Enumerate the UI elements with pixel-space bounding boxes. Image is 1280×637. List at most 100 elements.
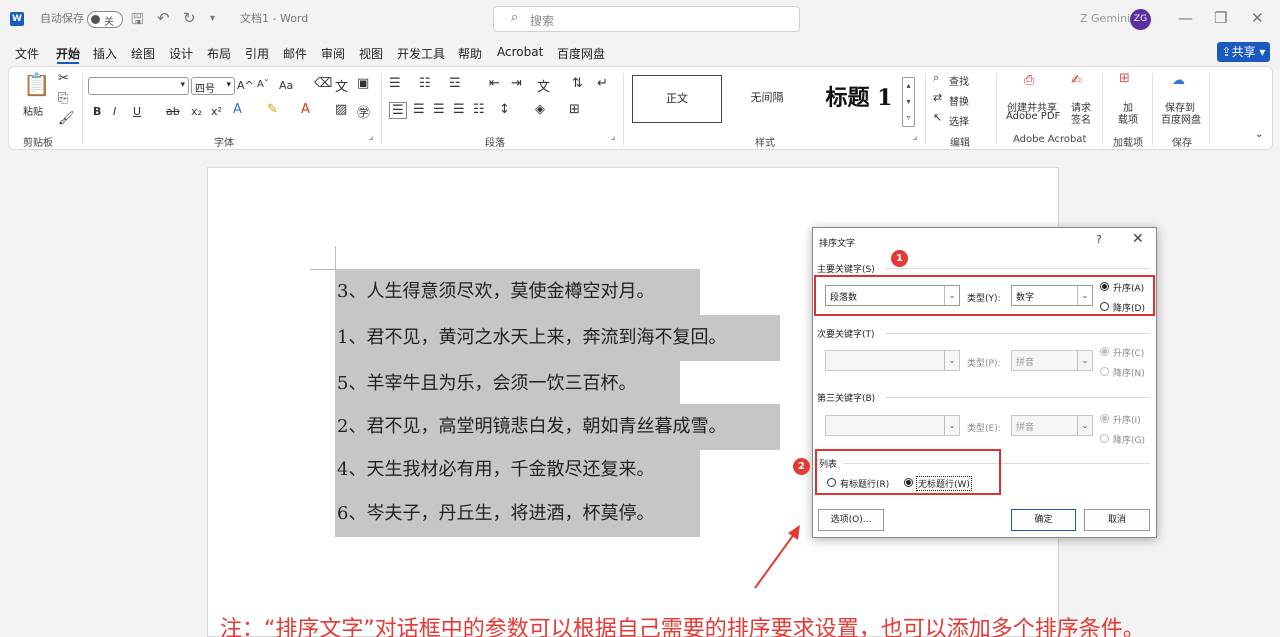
align-right-icon[interactable]: ☰: [433, 102, 445, 117]
menu-design[interactable]: 设计: [169, 45, 193, 62]
underline-button[interactable]: U: [133, 105, 141, 118]
third-type-select[interactable]: 拼音 ⌄: [1011, 415, 1093, 436]
menu-baidu[interactable]: 百度网盘: [557, 45, 605, 62]
distribute-icon[interactable]: ☷: [473, 102, 485, 117]
show-marks-icon[interactable]: ↵: [597, 76, 608, 91]
text-effects-icon[interactable]: A: [233, 102, 242, 117]
bold-button[interactable]: B: [93, 105, 101, 118]
strikethrough-button[interactable]: ab: [166, 105, 180, 118]
asc-label-secondary[interactable]: 升序(C): [1113, 346, 1144, 359]
cut-icon[interactable]: ✂: [58, 71, 69, 86]
find-button[interactable]: 查找: [949, 73, 969, 88]
menu-acrobat[interactable]: Acrobat: [497, 45, 543, 59]
save-baidu-label-2[interactable]: 百度网盘: [1161, 111, 1201, 126]
font-color-icon[interactable]: A: [301, 102, 310, 117]
enclose-char-icon[interactable]: ㊫: [357, 102, 370, 121]
desc-radio-third[interactable]: [1100, 434, 1109, 443]
asc-label-third[interactable]: 升序(I): [1113, 413, 1141, 426]
bullets-icon[interactable]: ☰: [389, 76, 401, 91]
doc-paragraph[interactable]: 1、君不见，黄河之水天上来，奔流到海不复回。: [335, 315, 780, 361]
dialog-launcher-icon[interactable]: ⌟: [913, 132, 917, 142]
doc-paragraph[interactable]: 5、羊宰牛且为乐，会须一饮三百杯。: [335, 361, 680, 407]
menu-mailings[interactable]: 邮件: [283, 45, 307, 62]
style-heading1[interactable]: 标题 1: [811, 75, 907, 123]
select-button[interactable]: 选择: [949, 113, 969, 128]
search-box[interactable]: ⌕ 搜索: [493, 6, 800, 32]
multilevel-list-icon[interactable]: ☲: [449, 76, 461, 91]
doc-paragraph[interactable]: 4、天生我材必有用，千金散尽还复来。: [335, 447, 700, 493]
shading-icon[interactable]: ◈: [535, 102, 545, 117]
highlight-icon[interactable]: ✎: [267, 102, 278, 117]
doc-paragraph[interactable]: 3、人生得意须尽欢，莫使金樽空对月。: [335, 269, 700, 315]
menu-references[interactable]: 引用: [245, 45, 269, 62]
font-size-combo[interactable]: 四号 ▾: [191, 77, 235, 95]
decrease-indent-icon[interactable]: ⇤: [489, 76, 500, 91]
customize-qat-icon[interactable]: ▾: [210, 13, 215, 24]
desc-radio-secondary[interactable]: [1100, 367, 1109, 376]
menu-review[interactable]: 审阅: [321, 45, 345, 62]
asc-radio-third[interactable]: [1100, 414, 1109, 423]
asc-radio-secondary[interactable]: [1100, 347, 1109, 356]
doc-paragraph[interactable]: 2、君不见，高堂明镜悲白发，朝如青丝暮成雪。: [335, 404, 780, 450]
subscript-button[interactable]: x₂: [191, 105, 202, 118]
menu-file[interactable]: 文件: [15, 45, 39, 62]
doc-paragraph[interactable]: 6、岑夫子，丹丘生，将进酒，杯莫停。: [335, 491, 700, 537]
style-normal[interactable]: 正文: [632, 75, 722, 123]
avatar[interactable]: ZG: [1130, 9, 1151, 30]
numbering-icon[interactable]: ☷: [419, 76, 431, 91]
menu-help[interactable]: 帮助: [458, 45, 482, 62]
addins-label-2[interactable]: 载项: [1118, 111, 1138, 126]
style-no-spacing[interactable]: 无间隔: [727, 75, 807, 123]
shrink-font-button[interactable]: Aˇ: [257, 79, 269, 90]
phonetic-guide-icon[interactable]: 文: [335, 76, 348, 95]
replace-button[interactable]: 替换: [949, 93, 969, 108]
paste-icon[interactable]: 📋: [23, 73, 50, 98]
third-key-select[interactable]: ⌄: [825, 415, 960, 436]
minimize-icon[interactable]: —: [1178, 9, 1193, 27]
char-shading-icon[interactable]: ▨: [335, 102, 347, 117]
redo-icon[interactable]: ↻: [183, 9, 196, 27]
line-spacing-icon[interactable]: ↕: [499, 102, 510, 117]
superscript-button[interactable]: x²: [211, 105, 222, 118]
dialog-launcher-icon[interactable]: ⌟: [611, 132, 615, 142]
char-border-icon[interactable]: ▣: [357, 76, 369, 91]
asian-layout-icon[interactable]: 文: [537, 76, 550, 95]
menu-view[interactable]: 视图: [359, 45, 383, 62]
align-center-icon[interactable]: ☰: [413, 102, 425, 117]
font-name-combo[interactable]: ▾: [88, 77, 189, 95]
paste-label[interactable]: 粘贴: [23, 103, 43, 118]
format-painter-icon[interactable]: 🖌: [58, 111, 75, 126]
cancel-button[interactable]: 取消: [1084, 509, 1150, 531]
undo-icon[interactable]: ↶: [157, 9, 170, 27]
increase-indent-icon[interactable]: ⇥: [511, 76, 522, 91]
align-left-icon[interactable]: ☰: [389, 102, 407, 119]
menu-insert[interactable]: 插入: [93, 45, 117, 62]
create-share-label-2[interactable]: Adobe PDF: [1006, 111, 1060, 122]
copy-icon[interactable]: ⎘: [58, 91, 68, 106]
request-label-2[interactable]: 签名: [1071, 111, 1091, 126]
autosave-toggle[interactable]: 关: [87, 11, 123, 28]
grow-font-button[interactable]: A^: [237, 79, 254, 92]
ok-button[interactable]: 确定: [1011, 509, 1076, 531]
clear-format-icon[interactable]: ⌫: [314, 76, 332, 91]
menu-home[interactable]: 开始: [56, 45, 80, 62]
change-case-button[interactable]: Aa: [279, 79, 293, 92]
menu-developer[interactable]: 开发工具: [397, 45, 445, 62]
secondary-key-select[interactable]: ⌄: [825, 350, 960, 371]
desc-label-third[interactable]: 降序(G): [1113, 433, 1145, 446]
sort-icon[interactable]: ⇅: [572, 76, 583, 91]
secondary-type-select[interactable]: 拼音 ⌄: [1011, 350, 1093, 371]
options-button[interactable]: 选项(O)...: [818, 509, 884, 531]
styles-scroll[interactable]: ▴ ▾ ▿: [902, 77, 915, 127]
italic-button[interactable]: I: [113, 105, 116, 118]
menu-layout[interactable]: 布局: [207, 45, 231, 62]
dialog-launcher-icon[interactable]: ⌟: [369, 132, 373, 142]
justify-icon[interactable]: ☰: [453, 102, 465, 117]
restore-icon[interactable]: ❐: [1214, 9, 1227, 27]
save-icon[interactable]: 🖫: [131, 9, 144, 34]
borders-icon[interactable]: ⊞: [569, 102, 580, 117]
collapse-ribbon-icon[interactable]: ⌄: [1255, 129, 1263, 140]
help-icon[interactable]: ?: [1096, 233, 1102, 246]
menu-draw[interactable]: 绘图: [131, 45, 155, 62]
share-button[interactable]: ⇪共享 ▾: [1217, 42, 1270, 62]
